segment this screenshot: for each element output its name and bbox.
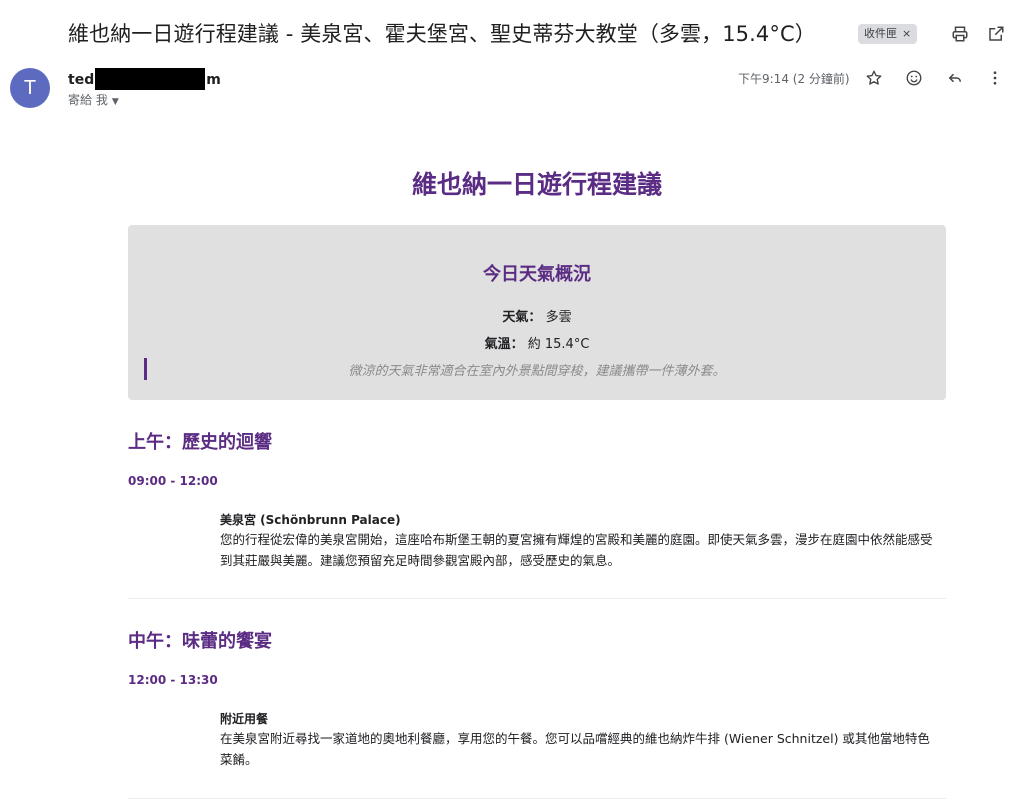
caret-down-icon: ▼ <box>111 97 119 107</box>
email-subject: 維也納一日遊行程建議 - 美泉宮、霍夫堡宮、聖史蒂芬大教堂（多雲，15.4°C） <box>68 22 816 46</box>
inbox-label-chip[interactable]: 收件匣 × <box>858 24 918 44</box>
emoji-icon[interactable] <box>902 66 926 90</box>
weather-temperature: 氣溫： 約 15.4°C <box>128 333 946 352</box>
weather-temperature-label: 氣溫： <box>484 337 524 352</box>
place-name: 美泉宮 (Schönbrunn Palace) <box>220 513 401 527</box>
recipient-text: 寄給 我 <box>68 93 108 107</box>
more-vert-icon[interactable] <box>983 66 1007 90</box>
weather-condition: 天氣： 多雲 <box>128 306 946 325</box>
subject-row: 維也納一日遊行程建議 - 美泉宮、霍夫堡宮、聖史蒂芬大教堂（多雲，15.4°C）… <box>68 14 1024 54</box>
section-divider <box>128 798 946 799</box>
sender-name-end: m <box>206 72 221 88</box>
weather-summary-box: 今日天氣概況 天氣： 多雲 氣溫： 約 15.4°C 微涼的天氣非常適合在室內外… <box>128 225 946 400</box>
sender-name-start: ted <box>68 72 95 88</box>
print-icon[interactable] <box>948 22 972 46</box>
weather-condition-label: 天氣： <box>502 310 542 325</box>
open-in-new-icon[interactable] <box>984 22 1008 46</box>
remove-label-icon[interactable]: × <box>902 27 911 40</box>
weather-note: 微涼的天氣非常適合在室內外景點間穿梭，建議攜帶一件薄外套。 <box>348 364 726 379</box>
place-description: 在美泉宮附近尋找一家道地的奧地利餐廳，享用您的午餐。您可以品嚐經典的維也納炸牛排… <box>220 731 930 767</box>
weather-heading: 今日天氣概況 <box>483 264 591 285</box>
section-time: 09:00 - 12:00 <box>128 474 218 488</box>
section-time: 12:00 - 13:30 <box>128 673 218 687</box>
redaction-block <box>95 68 206 90</box>
sender-row: T ted m 寄給 我 ▼ 下午9:14 (2 分鐘前) <box>0 64 1024 114</box>
sender-name[interactable]: ted m <box>68 68 221 90</box>
section-title: 中午：味蕾的饗宴 <box>128 631 272 652</box>
section-divider <box>128 598 946 599</box>
weather-temperature-value: 約 15.4°C <box>527 337 590 352</box>
weather-condition-value: 多雲 <box>545 310 572 325</box>
avatar[interactable]: T <box>10 68 50 108</box>
itinerary-title: 維也納一日遊行程建議 <box>411 170 662 199</box>
section-title: 上午：歷史的迴響 <box>128 432 272 453</box>
timestamp: 下午9:14 (2 分鐘前) <box>738 72 850 86</box>
place-name: 附近用餐 <box>220 712 269 726</box>
place-description: 您的行程從宏偉的美泉宮開始，這座哈布斯堡王朝的夏宮擁有輝煌的宮殿和美麗的庭園。即… <box>220 532 933 568</box>
inbox-label-text: 收件匣 <box>864 27 897 40</box>
recipient-dropdown[interactable]: 寄給 我 ▼ <box>68 91 119 108</box>
email-body: 維也納一日遊行程建議 今日天氣概況 天氣： 多雲 氣溫： 約 15.4°C 微涼… <box>128 160 946 799</box>
reply-icon[interactable] <box>943 66 967 90</box>
star-icon[interactable] <box>862 66 886 90</box>
